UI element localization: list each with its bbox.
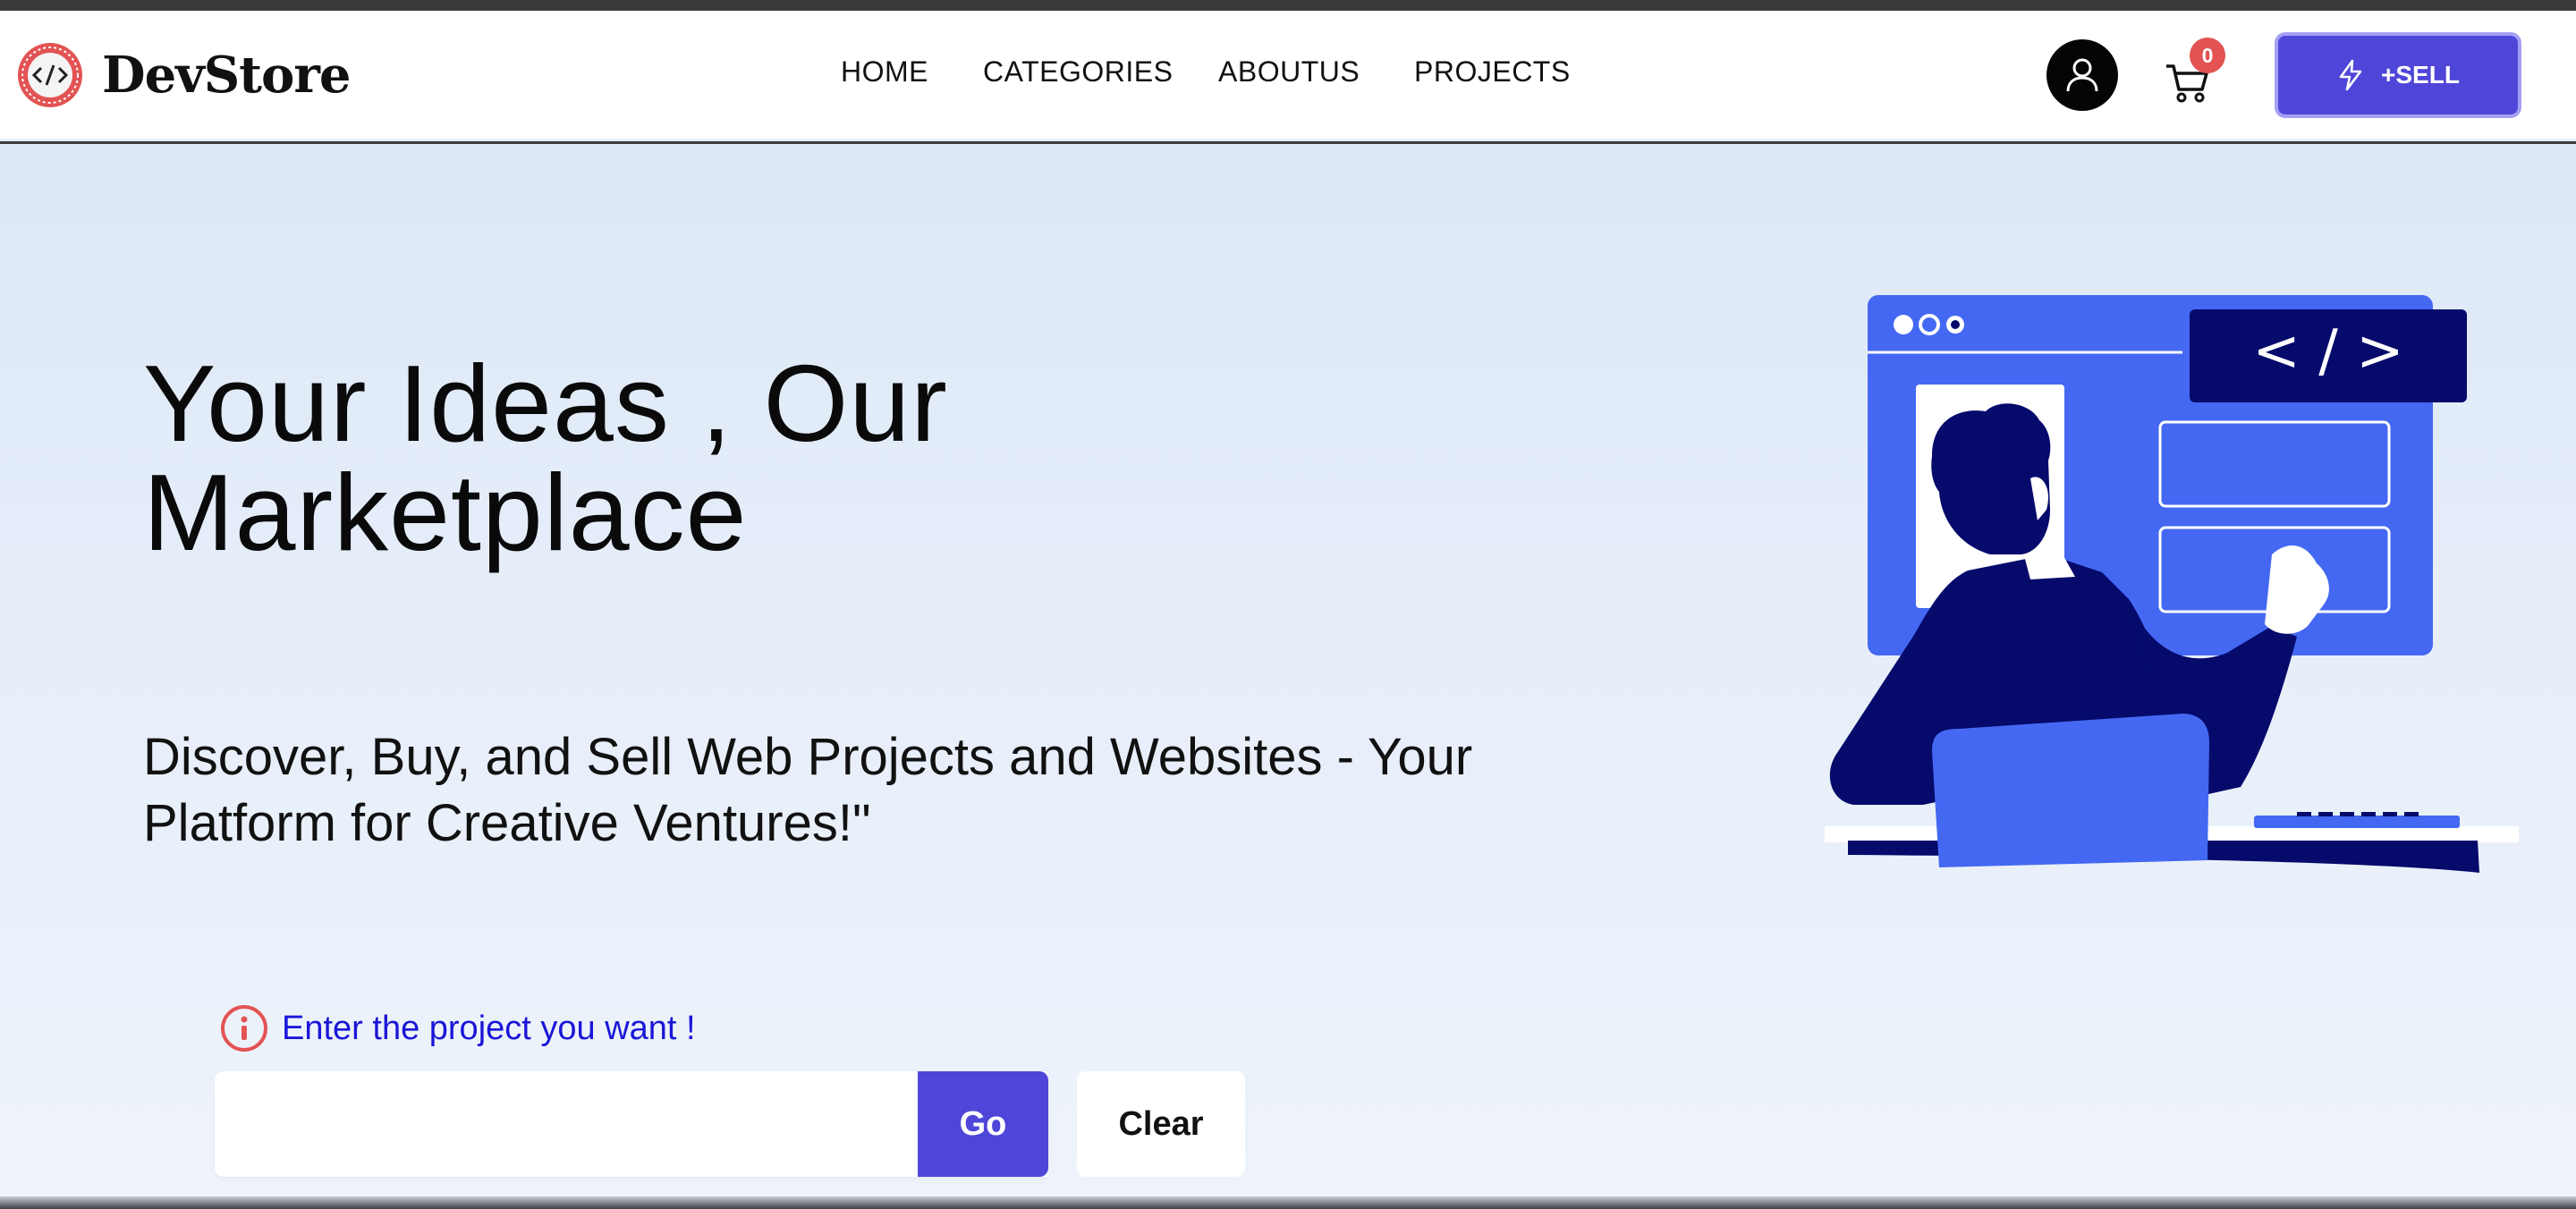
illustration-code-label: < / > — [2252, 318, 2404, 385]
search-input[interactable] — [215, 1071, 918, 1177]
nav-link-projects[interactable]: PROJECTS — [1414, 55, 1571, 89]
navbar: DevStore HOME CATEGORIES ABOUTUS PROJECT… — [0, 11, 2576, 141]
user-icon — [2066, 58, 2098, 92]
hero-headline: Your Ideas , Our Marketplace — [143, 342, 948, 573]
window-top-strip — [0, 0, 2576, 11]
page-bottom-edge — [0, 1196, 2576, 1209]
nav-link-categories[interactable]: CATEGORIES — [983, 55, 1173, 89]
nav-link-home[interactable]: HOME — [841, 55, 928, 89]
hero-subline: Discover, Buy, and Sell Web Projects and… — [143, 728, 1473, 852]
info-icon — [221, 1005, 267, 1052]
profile-button[interactable] — [2046, 39, 2118, 111]
sell-button-label: +SELL — [2381, 61, 2460, 89]
clear-button[interactable]: Clear — [1077, 1071, 1245, 1177]
search-hint: Enter the project you want ! — [219, 1003, 696, 1053]
go-button[interactable]: Go — [918, 1071, 1048, 1177]
lightning-icon — [2336, 59, 2365, 91]
sell-button[interactable]: +SELL — [2275, 32, 2521, 118]
hero-illustration: < / > — [1807, 286, 2522, 894]
nav-link-aboutus[interactable]: ABOUTUS — [1218, 55, 1360, 89]
search-hint-text: Enter the project you want ! — [282, 1009, 696, 1047]
cart-count-badge: 0 — [2190, 38, 2225, 73]
